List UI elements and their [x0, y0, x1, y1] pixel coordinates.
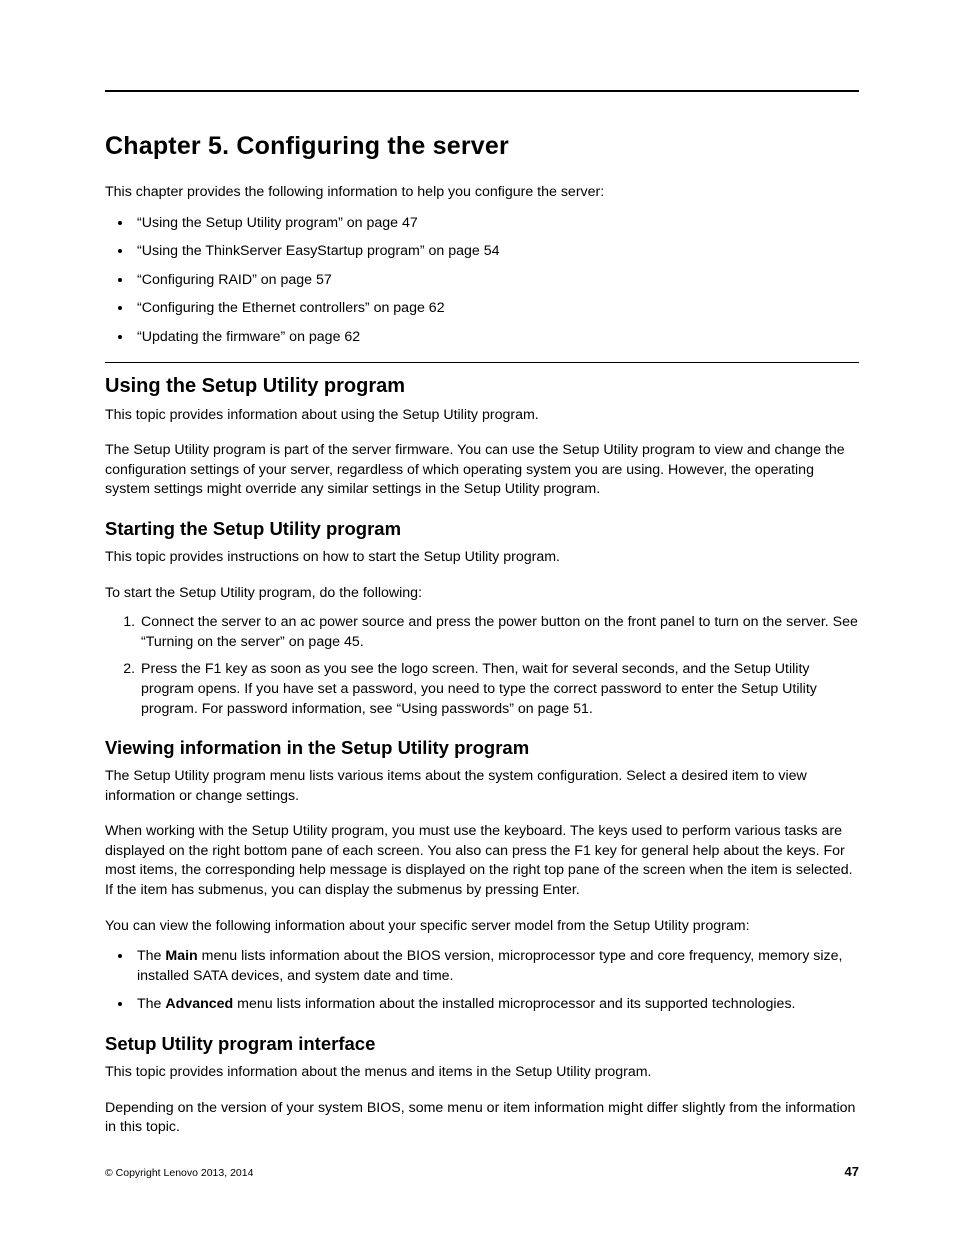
toc-item: “Configuring the Ethernet controllers” o…: [133, 298, 859, 319]
step-item: Press the F1 key as soon as you see the …: [139, 660, 859, 719]
menu-bullets: The Main menu lists information about th…: [105, 946, 859, 1015]
chapter-intro: This chapter provides the following info…: [105, 183, 859, 203]
footer-copyright: © Copyright Lenovo 2013, 2014: [105, 1167, 253, 1179]
heading-viewing-info: Viewing information in the Setup Utility…: [105, 737, 859, 759]
body-paragraph: This topic provides information about th…: [105, 1063, 859, 1083]
footer-pagenum: 47: [845, 1164, 859, 1179]
body-paragraph: The Setup Utility program menu lists var…: [105, 767, 859, 806]
chapter-title: Chapter 5. Configuring the server: [105, 132, 859, 161]
body-paragraph: This topic provides instructions on how …: [105, 548, 859, 568]
bullet-bold: Main: [165, 948, 197, 964]
menu-bullet-item: The Main menu lists information about th…: [133, 946, 859, 986]
toc-item: “Updating the firmware” on page 62: [133, 327, 859, 348]
heading-using-setup: Using the Setup Utility program: [105, 375, 859, 398]
toc-item: “Configuring RAID” on page 57: [133, 270, 859, 291]
toc-item: “Using the ThinkServer EasyStartup progr…: [133, 241, 859, 262]
heading-starting-setup: Starting the Setup Utility program: [105, 518, 859, 540]
top-rule: [105, 90, 859, 92]
menu-bullet-item: The Advanced menu lists information abou…: [133, 994, 859, 1015]
section-rule: [105, 362, 859, 363]
steps-list: Connect the server to an ac power source…: [105, 613, 859, 719]
page: Chapter 5. Configuring the server This c…: [0, 0, 954, 1235]
bullet-pre: The: [137, 996, 165, 1012]
toc-item: “Using the Setup Utility program” on pag…: [133, 213, 859, 234]
bullet-pre: The: [137, 948, 165, 964]
heading-interface: Setup Utility program interface: [105, 1033, 859, 1055]
body-paragraph: The Setup Utility program is part of the…: [105, 441, 859, 500]
body-paragraph: Depending on the version of your system …: [105, 1099, 859, 1138]
body-paragraph: When working with the Setup Utility prog…: [105, 822, 859, 900]
body-paragraph: To start the Setup Utility program, do t…: [105, 584, 859, 604]
bullet-bold: Advanced: [165, 996, 233, 1012]
page-footer: © Copyright Lenovo 2013, 2014 47: [105, 1164, 859, 1179]
body-paragraph: This topic provides information about us…: [105, 406, 859, 426]
bullet-post: menu lists information about the install…: [233, 996, 795, 1012]
step-item: Connect the server to an ac power source…: [139, 613, 859, 652]
body-paragraph: You can view the following information a…: [105, 917, 859, 937]
bullet-post: menu lists information about the BIOS ve…: [137, 948, 842, 984]
chapter-toc-list: “Using the Setup Utility program” on pag…: [105, 213, 859, 348]
